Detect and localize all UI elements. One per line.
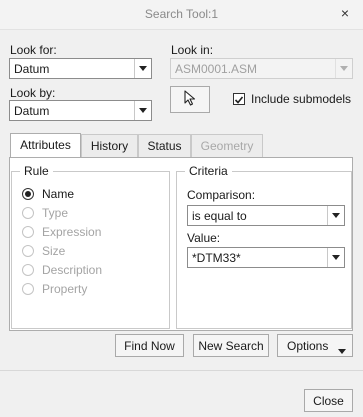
close-button[interactable]: Close — [304, 389, 353, 412]
radio-type-label: Type — [42, 206, 69, 220]
radio-button — [22, 245, 34, 257]
radio-size-label: Size — [42, 244, 66, 258]
select-item-button[interactable] — [170, 86, 210, 113]
tab-status[interactable]: Status — [138, 134, 191, 157]
chevron-down-icon[interactable] — [327, 206, 344, 225]
look-in-value: ASM0001.ASM — [175, 62, 258, 76]
window-title: Search Tool:1 — [144, 7, 219, 21]
cursor-arrow-icon — [184, 90, 196, 109]
criteria-group: Criteria Comparison: is equal to Value: … — [176, 164, 352, 329]
include-submodels-label: Include submodels — [251, 92, 352, 106]
look-by-label: Look by: — [10, 86, 56, 100]
value-input[interactable]: *DTM33* — [192, 251, 241, 265]
look-by-value: Datum — [14, 104, 50, 118]
look-for-value: Datum — [14, 62, 50, 76]
look-by-combo[interactable]: Datum — [9, 100, 152, 121]
chevron-down-icon[interactable] — [134, 101, 151, 120]
radio-button — [22, 226, 34, 238]
look-for-combo[interactable]: Datum — [9, 58, 152, 79]
chevron-down-icon[interactable] — [327, 248, 344, 267]
find-now-button[interactable]: Find Now — [115, 334, 184, 357]
attributes-panel: Rule Name Type Expression Size Descripti… — [9, 157, 353, 331]
value-label: Value: — [187, 231, 221, 245]
chevron-down-icon — [338, 343, 346, 357]
radio-property-label: Property — [42, 282, 88, 296]
comparison-combo[interactable]: is equal to — [187, 205, 345, 226]
look-in-label: Look in: — [171, 43, 214, 57]
value-combo[interactable]: *DTM33* — [187, 247, 345, 268]
comparison-label: Comparison: — [187, 188, 256, 202]
radio-button — [22, 283, 34, 295]
radio-name-label: Name — [42, 187, 75, 201]
radio-button[interactable] — [22, 188, 34, 200]
radio-button — [22, 207, 34, 219]
options-button[interactable]: Options — [277, 334, 353, 357]
chevron-down-icon — [335, 59, 352, 78]
comparison-value: is equal to — [192, 209, 247, 223]
radio-button — [22, 264, 34, 276]
options-label: Options — [287, 338, 329, 353]
rule-title: Rule — [20, 164, 53, 178]
radio-expression-label: Expression — [42, 225, 102, 239]
criteria-title: Criteria — [185, 164, 232, 178]
include-submodels-checkbox[interactable] — [233, 93, 245, 105]
look-in-combo: ASM0001.ASM — [170, 58, 353, 79]
checkmark-icon — [234, 96, 244, 104]
close-icon[interactable]: × — [336, 4, 354, 22]
tab-attributes[interactable]: Attributes — [10, 133, 81, 158]
chevron-down-icon[interactable] — [134, 59, 151, 78]
rule-group: Rule Name Type Expression Size Descripti… — [11, 164, 170, 329]
tab-geometry: Geometry — [191, 134, 263, 157]
look-for-label: Look for: — [10, 43, 57, 57]
tab-history[interactable]: History — [81, 134, 138, 157]
footer-divider — [0, 370, 363, 371]
new-search-button[interactable]: New Search — [193, 334, 269, 357]
radio-description-label: Description — [42, 263, 103, 277]
title-bar: Search Tool:1 × — [0, 0, 363, 30]
